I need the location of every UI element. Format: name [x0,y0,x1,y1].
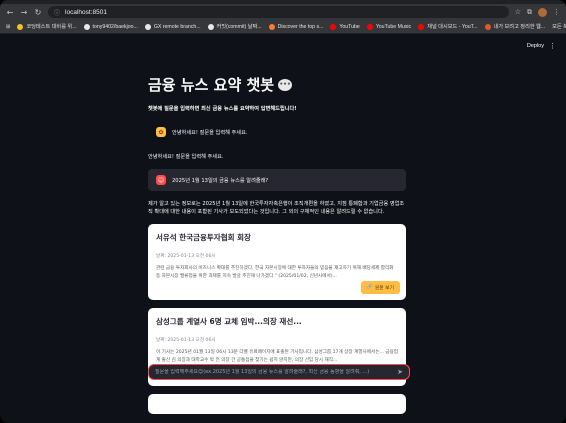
bookmark-favicon-icon [17,23,24,30]
bookmarks-bar: ⊞ 코딩테스트 대비를 위... tony9402/baekjoo... GX re… [0,20,566,34]
star-icon[interactable]: ☆ [515,8,521,16]
speech-bubble-icon: ••• [278,78,293,91]
browser-window: ← → ↻ ⓘ localhost:8501 ☆ ⧉ ⋮ ⊞ 코딩테스트 대비를… [0,0,566,423]
bookmark-favicon-icon [144,23,151,30]
view-original-label: 원문 보기 [374,286,394,291]
bookmark-item[interactable]: 채널 대시보드 - YouT... [418,23,478,30]
page-title-text: 금융 뉴스 요약 챗봇 [148,76,275,94]
view-original-button[interactable]: 🔗 원문 보기 [360,281,400,294]
link-icon: 🔗 [366,285,373,290]
bookmark-favicon-icon [207,23,214,30]
bookmark-item[interactable]: Discover the top s... [268,23,324,30]
bookmark-label: YouTube [339,23,360,30]
news-card: 서유석 한국금융투자협회 회장 날짜: 2025-01-13 오전 06시 관련… [148,224,406,300]
bookmark-favicon-icon [83,23,90,30]
reload-icon[interactable]: ↻ [34,8,42,17]
news-card-title: 서유석 한국금융투자협회 회장 [156,233,251,242]
news-card-body: 이 기사는 2025년 01월 13일 06시 13분 더벨 유료페이지에 표출… [156,350,398,363]
app-menu-icon[interactable]: ⋮ [549,42,556,50]
chat-input-container: ➤ [148,364,410,380]
bookmark-item[interactable]: YouTube [330,23,360,30]
address-bar[interactable]: ⓘ localhost:8501 [48,6,509,18]
menu-icon[interactable]: ⋮ [553,8,560,16]
bookmark-label: tony9402/baekjoo... [92,23,138,30]
bookmark-label: 채널 대시보드 - YouT... [427,24,478,30]
bookmark-item[interactable]: 내가 보려고 정리한 웹... [484,23,546,30]
bookmark-label: GX remote branch... [153,23,201,30]
page-subtitle: 챗봇에 질문을 입력하면 최신 금융 뉴스를 요약하여 답변해드립니다! [148,106,297,112]
apps-icon[interactable]: ⊞ [6,24,10,30]
bookmark-label: 코딩테스트 대비를 위... [26,24,77,30]
assistant-avatar-icon: ✿ [156,127,166,137]
news-card-partial [148,394,406,414]
all-bookmarks-button[interactable]: 모든 북마크 [552,23,566,30]
extensions-icon[interactable]: ⧉ [527,8,532,17]
back-icon[interactable]: ← [6,8,14,17]
forward-icon[interactable]: → [20,8,28,17]
site-info-icon[interactable]: ⓘ [54,8,60,17]
bookmark-label: 내가 보려고 정리한 웹... [493,24,546,30]
assistant-message-text: 안녕하세요! 질문을 입력해 주세요. [172,129,248,136]
bookmark-favicon-icon [366,23,373,30]
send-icon[interactable]: ➤ [397,368,403,376]
bookmark-item[interactable]: tony9402/baekjoo... [83,23,138,30]
bookmark-label: Discover the top s... [277,23,324,30]
answer-summary: 제가 알고 있는 정보로는 2025년 1월 13일에 한국투자자축은행이 조직… [148,201,405,215]
deploy-button[interactable]: Deploy [527,43,544,49]
toolbar-right: ☆ ⧉ ⋮ [515,7,560,17]
page-title: 금융 뉴스 요약 챗봇 ••• [148,74,406,95]
profile-avatar[interactable] [538,7,547,17]
bookmark-favicon-icon [268,23,275,30]
bookmark-label: YouTube Music [375,23,412,30]
bookmark-favicon-icon [484,23,491,30]
user-message: ☺ 2025년 1월 13일의 금융 뉴스를 알려줄래? [148,169,406,191]
main-content: 금융 뉴스 요약 챗봇 ••• 챗봇에 질문을 입력하면 최신 금융 뉴스를 요… [148,74,406,414]
streamlit-app: Deploy ⋮ 금융 뉴스 요약 챗봇 ••• 챗봇에 질문을 입력하면 최신… [0,34,566,423]
bookmark-item[interactable]: YouTube Music [366,23,412,30]
greeting-text: 안녕하세요! 질문을 입력해 주세요. [148,154,224,160]
bookmark-item[interactable]: GX remote branch... [144,23,201,30]
bookmark-favicon-icon [330,23,337,30]
bookmark-label: 커밋(commit) 날짜... [216,24,262,30]
news-card-title: 삼성그룹 계열사 6명 교체 임박...의장 재선... [156,317,302,326]
user-message-text: 2025년 1월 13일의 금융 뉴스를 알려줄래? [172,177,269,184]
news-card-date: 날짜: 2025-01-13 오전 06시 [156,338,216,343]
url-text: localhost:8501 [65,8,107,16]
chat-input[interactable] [155,369,398,375]
bookmark-item[interactable]: 커밋(commit) 날짜... [207,23,262,30]
bookmark-item[interactable]: 코딩테스트 대비를 위... [17,23,77,30]
news-card-date: 날짜: 2025-01-13 오전 06시 [156,254,216,259]
user-avatar-icon: ☺ [156,175,166,185]
toolbar: ← → ↻ ⓘ localhost:8501 ☆ ⧉ ⋮ [0,4,566,20]
bookmark-favicon-icon [418,23,425,30]
assistant-message: ✿ 안녕하세요! 질문을 입력해 주세요. [148,121,406,143]
news-card-body: 관련 금융 투자회사의 비즈니스 확대를 추진하겠다. 한국 자본시장에 대한 … [156,266,394,279]
